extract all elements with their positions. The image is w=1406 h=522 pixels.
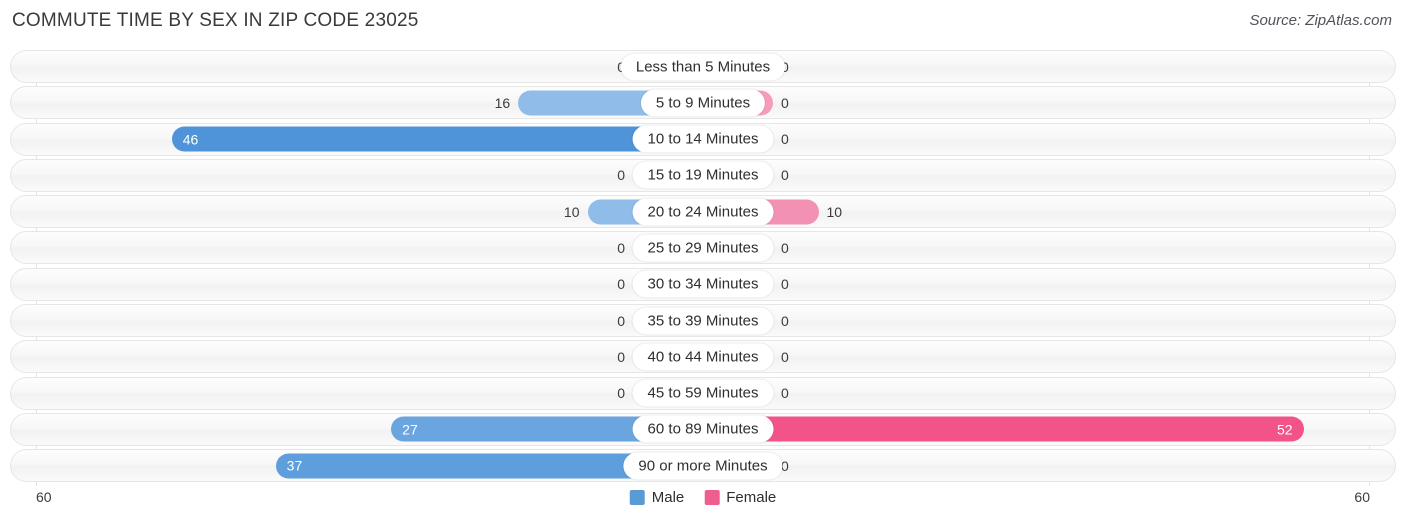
category-label: 10 to 14 Minutes — [632, 125, 774, 153]
table-row[interactable]: 27 52 60 to 89 Minutes — [10, 412, 1396, 446]
legend-swatch-female-icon — [704, 490, 720, 505]
bar-value-male: 46 — [182, 131, 199, 148]
bar-value-female: 0 — [781, 167, 789, 184]
bar-value-female: 0 — [781, 276, 789, 293]
bar-value-male: 0 — [617, 312, 625, 329]
bar-value-female: 0 — [781, 348, 789, 365]
legend-item-female[interactable]: Female — [704, 489, 776, 506]
bar-value-male: 10 — [563, 203, 580, 220]
row-bars: 37 0 90 or more Minutes — [11, 450, 1395, 481]
bar-value-female: 0 — [781, 312, 789, 329]
bar-value-female: 0 — [781, 131, 789, 148]
row-bars: 46 0 10 to 14 Minutes — [11, 124, 1395, 155]
source-attribution: Source: ZipAtlas.com — [1249, 12, 1392, 29]
chart-header: COMMUTE TIME BY SEX IN ZIP CODE 23025 So… — [0, 0, 1406, 44]
row-bars: 0 0 45 to 59 Minutes — [11, 378, 1395, 409]
bar-male[interactable]: 46 — [171, 126, 703, 152]
table-row[interactable]: 46 0 10 to 14 Minutes — [10, 122, 1396, 156]
chart-footer: 60 60 Male Female — [0, 486, 1406, 522]
diverging-bar-chart: 00Less than 5 Minutes1605 to 9 Minutes46… — [10, 50, 1396, 486]
legend-item-male[interactable]: Male — [629, 489, 685, 506]
legend-label-male: Male — [651, 489, 685, 506]
row-bars: 16 0 5 to 9 Minutes — [11, 87, 1395, 118]
category-label: 40 to 44 Minutes — [632, 343, 774, 371]
table-row[interactable]: 0 0 45 to 59 Minutes — [10, 376, 1396, 410]
row-bars: 0 0 30 to 34 Minutes — [11, 269, 1395, 300]
table-row[interactable]: 0 0 35 to 39 Minutes — [10, 304, 1396, 338]
bar-value-male: 0 — [617, 276, 625, 293]
table-row[interactable]: 37 0 90 or more Minutes — [10, 449, 1396, 483]
bar-value-female: 0 — [781, 385, 789, 402]
row-bars: 0 0 35 to 39 Minutes — [11, 305, 1395, 336]
category-label: 35 to 39 Minutes — [632, 307, 774, 335]
row-bars: 0 0 40 to 44 Minutes — [11, 341, 1395, 372]
bar-value-male: 16 — [494, 94, 511, 111]
category-label: 45 to 59 Minutes — [632, 379, 774, 407]
table-row[interactable]: 00Less than 5 Minutes — [10, 50, 1396, 83]
axis-label-right: 60 — [1354, 489, 1370, 505]
table-row[interactable]: 0 0 15 to 19 Minutes — [10, 158, 1396, 192]
bar-value-female: 0 — [781, 94, 789, 111]
axis-label-left: 60 — [36, 489, 52, 505]
category-label: 90 or more Minutes — [623, 452, 783, 480]
category-label: Less than 5 Minutes — [620, 53, 786, 80]
bar-value-male: 0 — [617, 239, 625, 256]
bar-value-male: 27 — [402, 421, 418, 438]
category-label: 30 to 34 Minutes — [632, 270, 774, 298]
table-row[interactable]: 16 0 5 to 9 Minutes — [10, 86, 1396, 120]
row-bars: 00Less than 5 Minutes — [11, 51, 1395, 82]
table-row[interactable]: 0 0 40 to 44 Minutes — [10, 340, 1396, 374]
category-label: 5 to 9 Minutes — [640, 89, 766, 117]
bar-female[interactable]: 52 — [703, 416, 1304, 442]
table-row[interactable]: 0 0 30 to 34 Minutes — [10, 267, 1396, 301]
bar-value-female: 0 — [781, 239, 789, 256]
bar-value-female: 10 — [826, 203, 843, 220]
page-title: COMMUTE TIME BY SEX IN ZIP CODE 23025 — [12, 10, 419, 31]
row-bars: 27 52 60 to 89 Minutes — [11, 414, 1395, 445]
chart-legend: Male Female — [629, 489, 776, 506]
row-bars: 10 10 20 to 24 Minutes — [11, 196, 1395, 227]
bar-value-female: 52 — [1277, 421, 1293, 438]
category-label: 25 to 29 Minutes — [632, 234, 774, 262]
table-row[interactable]: 10 10 20 to 24 Minutes — [10, 195, 1396, 229]
bar-value-male: 0 — [617, 167, 625, 184]
row-bars: 0 0 25 to 29 Minutes — [11, 232, 1395, 263]
chart-page: COMMUTE TIME BY SEX IN ZIP CODE 23025 So… — [0, 0, 1406, 522]
legend-swatch-male-icon — [629, 490, 645, 505]
category-label: 15 to 19 Minutes — [632, 161, 774, 189]
table-row[interactable]: 0 0 25 to 29 Minutes — [10, 231, 1396, 265]
bar-value-male: 0 — [617, 385, 625, 402]
row-bars: 0 0 15 to 19 Minutes — [11, 160, 1395, 191]
bar-value-male: 37 — [286, 457, 303, 474]
category-label: 20 to 24 Minutes — [632, 198, 774, 226]
legend-label-female: Female — [726, 489, 777, 506]
bar-value-male: 0 — [617, 348, 625, 365]
category-label: 60 to 89 Minutes — [632, 415, 774, 443]
